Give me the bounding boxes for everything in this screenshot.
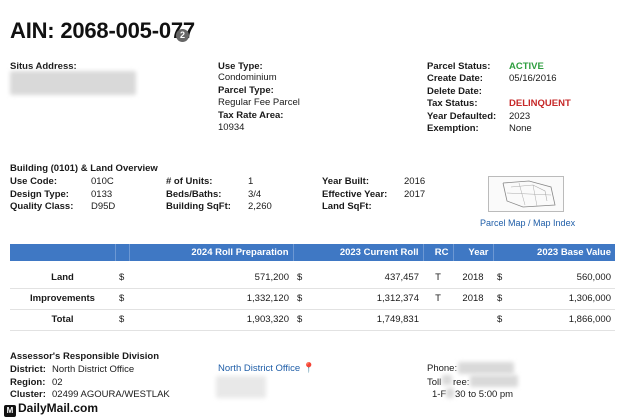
hours-text: 1-F [432,389,447,400]
effective-year-label: Effective Year: [322,189,388,200]
beds-baths-label: Beds/Baths: [166,189,222,200]
table-header-row: 2024 Roll Preparation 2023 Current Roll … [10,244,615,261]
parcel-type-label: Parcel Type: [218,85,274,96]
tax-status-value: DELINQUENT [509,98,571,109]
building-sqft-value: 2,260 [248,201,272,212]
toll-free-redacted-b [470,375,518,387]
roll-values-table: 2024 Roll Preparation 2023 Current Roll … [10,244,615,331]
use-type-value: Condominium [218,72,277,83]
situs-address-redacted [10,71,136,95]
prep-value: 571,200 [129,261,293,289]
year-defaulted-value: 2023 [509,111,531,122]
toll-free-label-2: ree: [453,377,470,388]
quality-class-value: D95D [91,201,116,212]
design-type-label: Design Type: [10,189,69,200]
header-rc: RC [423,244,454,261]
prep-value: 1,332,120 [129,288,293,310]
header-roll-prep: 2024 Roll Preparation [129,244,294,261]
phone-label: Phone: [427,363,458,374]
hours-redacted [446,388,454,398]
create-date-label: Create Date: [427,73,483,84]
design-type-value: 0133 [91,189,113,200]
dailymail-watermark: M DailyMail.com [4,401,98,417]
toll-free-redacted-a [442,375,452,385]
parcel-type-value: Regular Fee Parcel [218,97,300,108]
header-year: Year [453,244,494,261]
current-value: $1,749,831 [293,309,423,331]
current-value: $437,457 [293,261,423,289]
rc-value: T [423,288,453,310]
base-value: $560,000 [493,261,615,289]
base-value: $1,306,000 [493,288,615,310]
location-pin-icon: 📍 [302,363,316,374]
map-index-link[interactable]: Map Index [533,218,575,228]
office-image-redacted [216,376,266,398]
table-row-improvements: Improvements $ 1,332,120 $1,312,374 T 20… [10,288,615,310]
quality-class-label: Quality Class: [10,201,74,212]
exemption-value: None [509,123,532,134]
region-value: 02 [52,377,63,388]
cluster-label: Cluster: [10,389,46,400]
use-type-label: Use Type: [218,61,263,72]
cluster-value: 02499 AGOURA/WESTLAK [52,389,170,400]
district-label: District: [10,364,46,375]
effective-year-value: 2017 [404,189,426,200]
prep-value: 1,903,320 [129,309,293,331]
units-value: 1 [248,176,254,187]
map-links: Parcel Map / Map Index [480,218,575,228]
parcel-map-sketch-icon [502,180,556,208]
header-cell [10,244,116,261]
year-value [453,309,493,331]
exemption-label: Exemption: [427,123,479,134]
table-row-land: Land $ 571,200 $437,457 T 2018 $560,000 [10,261,615,289]
district-value: North District Office [52,364,135,375]
tax-status-label: Tax Status: [427,98,478,109]
use-code-value: 010C [91,176,114,187]
rc-value [423,309,453,331]
base-value: $1,866,000 [493,309,615,331]
phone-redacted [458,362,514,374]
hours-text-2: 30 to 5:00 pm [455,389,514,400]
header-current-roll: 2023 Current Roll [293,244,424,261]
year-defaulted-label: Year Defaulted: [427,111,497,122]
toll-free-label: Toll [427,377,442,388]
rc-value: T [423,261,453,289]
tax-rate-area-value: 10934 [218,122,245,133]
page-title: AIN: 2068-005-077 [10,18,195,43]
row-label: Improvements [10,288,115,310]
row-label: Total [10,309,115,331]
units-label: # of Units: [166,176,213,187]
currency: $ [115,261,129,289]
parcel-status-value: ACTIVE [509,61,544,72]
create-date-value: 05/16/2016 [509,73,557,84]
building-sqft-label: Building SqFt: [166,201,231,212]
header-cell [115,244,130,261]
use-code-label: Use Code: [10,176,57,187]
parcel-status-label: Parcel Status: [427,61,491,72]
currency: $ [115,309,129,331]
row-label: Land [10,261,115,289]
parcel-map-link[interactable]: Parcel Map [480,218,526,228]
year-built-value: 2016 [404,176,426,187]
region-label: Region: [10,377,46,388]
dailymail-logo-icon: M [4,405,16,417]
table-row-total: Total $ 1,903,320 $1,749,831 $1,866,000 [10,309,615,331]
map-link-separator: / [525,218,534,228]
land-sqft-label: Land SqFt: [322,201,372,212]
count-badge[interactable]: 2 [176,29,189,42]
currency: $ [115,288,129,310]
year-value: 2018 [453,261,493,289]
division-heading: Assessor's Responsible Division [10,351,160,362]
current-value: $1,312,374 [293,288,423,310]
north-district-office-link[interactable]: North District Office [218,363,300,374]
building-overview-heading: Building (0101) & Land Overview [10,163,158,174]
header-base-value: 2023 Base Value [493,244,615,261]
office-link-wrap: North District Office 📍 [218,363,315,374]
tax-rate-area-label: Tax Rate Area: [218,110,284,121]
beds-baths-value: 3/4 [248,189,262,200]
parcel-map-thumbnail[interactable] [488,176,564,212]
year-built-label: Year Built: [322,176,369,187]
delete-date-label: Delete Date: [427,86,482,97]
year-value: 2018 [453,288,493,310]
